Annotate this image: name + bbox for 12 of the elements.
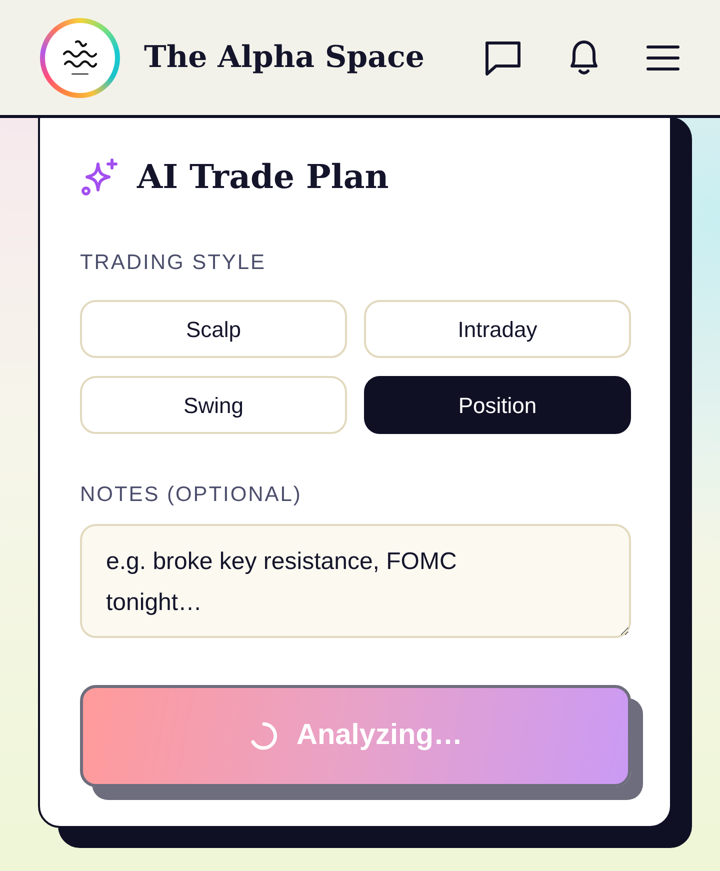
menu-icon[interactable] [646, 44, 680, 72]
trading-style-option[interactable]: Position [364, 376, 631, 434]
sparkle-icon [80, 158, 120, 196]
card-title: AI Trade Plan [137, 157, 389, 197]
section-label: NOTES (OPTIONAL) [80, 482, 303, 508]
trading-style-option[interactable]: Scalp [80, 300, 347, 358]
section-label: TRADING STYLE [80, 250, 267, 276]
notes-field[interactable]: e.g. broke key resistance, FOMC tonight… [80, 524, 631, 638]
chat-icon[interactable] [484, 40, 522, 76]
trading-style-option[interactable]: Swing [80, 376, 347, 434]
trading-style-option[interactable]: Intraday [364, 300, 631, 358]
site-title: The Alpha Space [144, 38, 424, 76]
